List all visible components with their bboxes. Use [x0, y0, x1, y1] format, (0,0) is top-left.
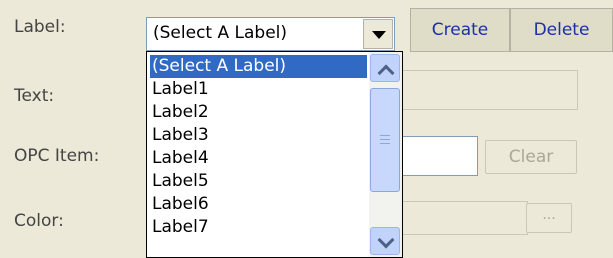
label-caption: Label:: [14, 17, 66, 37]
color-browse-button[interactable]: ...: [526, 203, 572, 233]
label-select-value: (Select A Label): [153, 23, 288, 43]
color-field[interactable]: [398, 201, 528, 235]
opc-item-caption: OPC Item:: [14, 146, 100, 166]
vertical-scrollbar[interactable]: [369, 52, 402, 257]
list-option-selected[interactable]: (Select A Label): [150, 55, 367, 78]
text-field[interactable]: [398, 70, 578, 110]
list-option[interactable]: Label3: [152, 124, 209, 147]
list-option[interactable]: Label7: [152, 216, 209, 239]
chevron-down-icon: [377, 231, 395, 249]
grip-line: [380, 139, 390, 140]
dropdown-button[interactable]: [363, 19, 393, 49]
grip-line: [380, 143, 390, 144]
text-caption: Text:: [14, 86, 55, 106]
clear-button[interactable]: Clear: [485, 140, 577, 174]
list-option[interactable]: Label2: [152, 101, 209, 124]
label-select[interactable]: (Select A Label): [146, 17, 395, 51]
list-option[interactable]: Label1: [152, 78, 209, 101]
grip-line: [380, 135, 390, 136]
chevron-down-icon: [372, 31, 386, 39]
list-option[interactable]: Label6: [152, 193, 209, 216]
list-option[interactable]: Label4: [152, 147, 209, 170]
create-button[interactable]: Create: [410, 8, 510, 52]
label-dropdown-list[interactable]: (Select A Label) Label1 Label2 Label3 La…: [146, 51, 403, 258]
color-caption: Color:: [14, 211, 64, 231]
scroll-down-button[interactable]: [370, 227, 400, 255]
scroll-thumb[interactable]: [370, 88, 400, 192]
opc-item-field[interactable]: [398, 136, 478, 176]
scroll-up-button[interactable]: [370, 54, 400, 82]
chevron-up-icon: [377, 64, 395, 82]
delete-button[interactable]: Delete: [510, 8, 613, 52]
list-option[interactable]: Label5: [152, 170, 209, 193]
